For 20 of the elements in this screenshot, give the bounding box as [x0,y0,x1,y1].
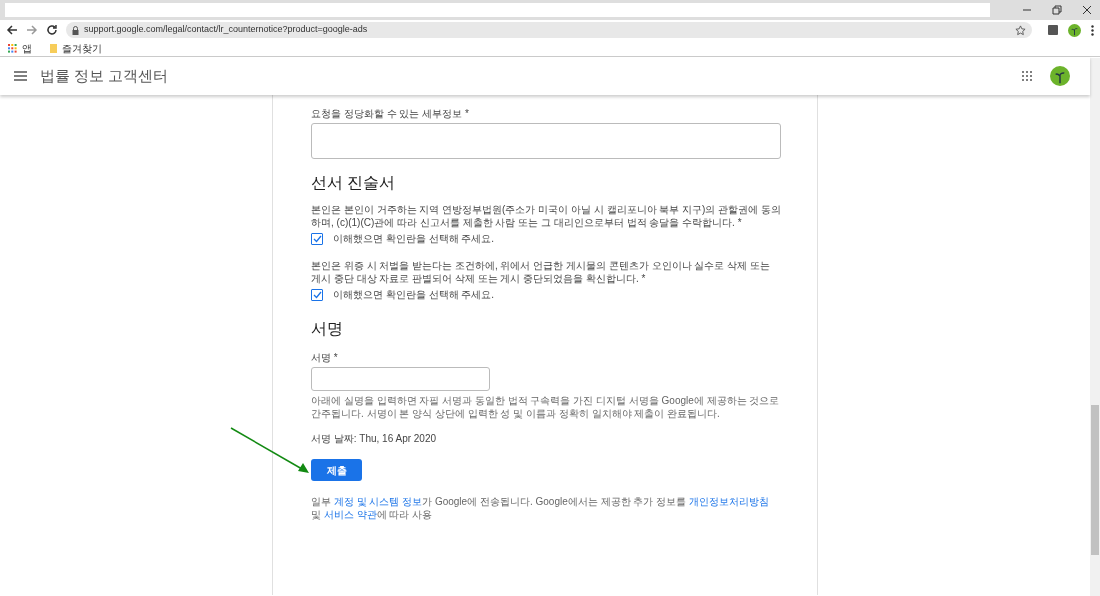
statement-text: 본인은 위증 시 처벌을 받는다는 조건하에, 위에서 언급한 게시물의 콘텐츠가 오인이나 실수로 삭제 또는 게시 중단 대상 자료로 판별되어 삭제 또는 게시 중단되었음을 확신합니다. * [311,259,771,285]
text-link[interactable]: 서비스 약관 [323,509,377,520]
section-heading: 서명 [311,319,343,339]
bookmark-link[interactable]: 앱 [22,40,32,56]
field-label: 서명 * [311,351,338,364]
helper-text: 아래에 실명을 입력하면 자필 서명과 동일한 법적 구속력을 가진 디지털 서명을 Google에 제공하는 것으로 간주됩니다. 서명이 본 양식 상단에 입력한 성 및 이름과 정확히 일치해야 제출이 완료됩니다. [311,394,781,420]
checkbox-label: 이해했으면 확인란을 선택해 주세요. [333,288,495,301]
submit-button[interactable]: 제출 [311,459,362,481]
text-link[interactable]: 계정 및 시스템 정보 [333,496,423,507]
address-bar[interactable]: support.google.com/legal/contact/lr_counternotice?product=google-ads [65,22,1032,38]
bookmark-link[interactable]: 즐겨찾기 [62,40,102,56]
field-label: 요청을 정당화할 수 있는 세부정보 * [311,107,469,120]
signature-date: 서명 날짜: Thu, 16 Apr 2020 [311,432,437,445]
text-link[interactable]: 개인정보처리방침 [688,496,769,507]
footer-text: 일부 계정 및 시스템 정보가 Google에 전송됩니다. Google에서는 제공한 추가 정보를 개인정보처리방침 및 서비스 약관에 따라 사용 [311,495,770,521]
checkbox-label: 이해했으면 확인란을 선택해 주세요. [333,232,495,245]
url-text: support.google.com/legal/contact/lr_counternotice?product=google-ads [83,23,369,37]
statement-text: 본인은 본인이 거주하는 지역 연방정부법원(주소가 미국이 아닐 시 캘리포니아 북부 지구)의 관할권에 동의하며, (c)(1)(C)관에 따라 신고서를 제출한 사람 또는 그 대리인으로부터 법적 송달을 수락합니다. * [311,203,781,229]
site-title: 법률 정보 고객센터 [40,65,169,86]
section-heading: 선서 진술서 [311,173,396,193]
